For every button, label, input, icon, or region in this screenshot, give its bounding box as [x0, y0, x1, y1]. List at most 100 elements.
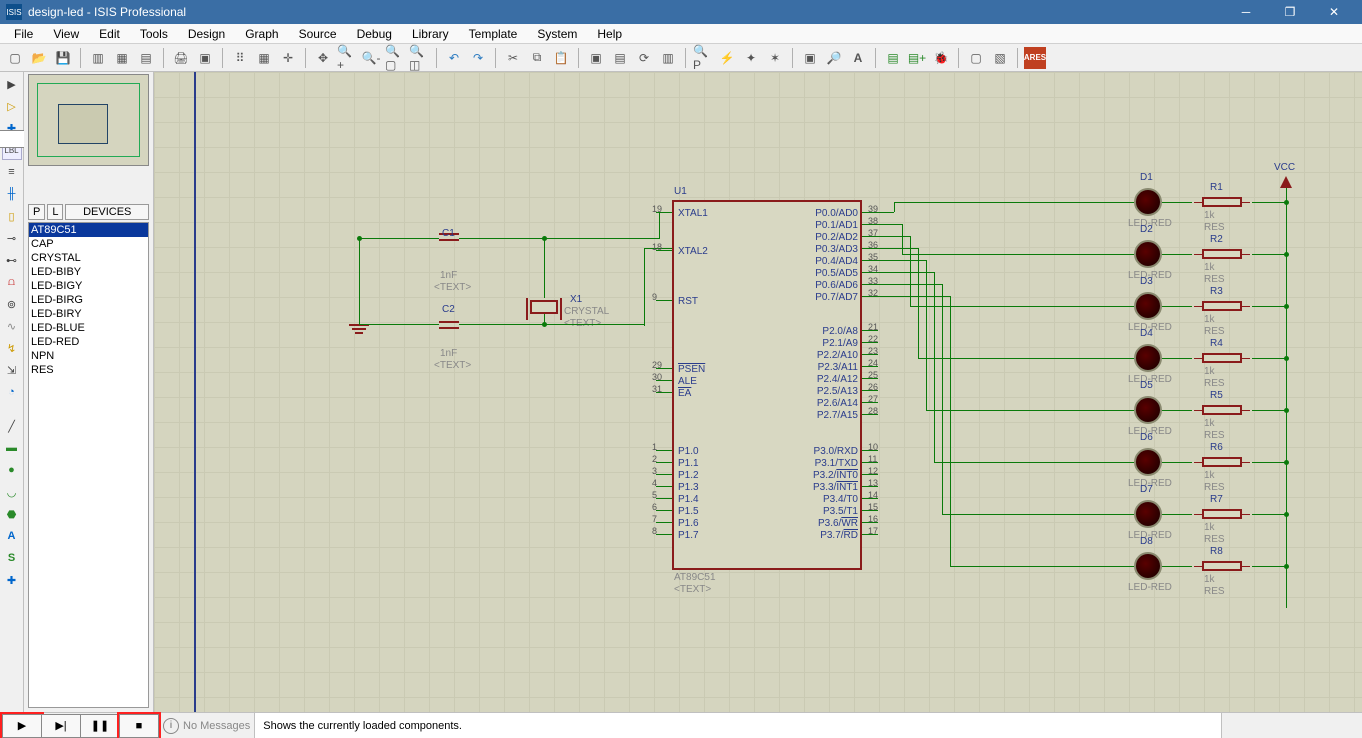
- menu-design[interactable]: Design: [178, 25, 235, 43]
- menu-system[interactable]: System: [527, 25, 587, 43]
- text-tool-icon[interactable]: A: [847, 47, 869, 69]
- led[interactable]: [1134, 292, 1162, 320]
- maximize-button[interactable]: ❐: [1268, 0, 1312, 24]
- menu-source[interactable]: Source: [289, 25, 347, 43]
- find-icon[interactable]: 🔎: [823, 47, 845, 69]
- box-2d-icon[interactable]: ▬: [2, 438, 22, 458]
- redo-icon[interactable]: ↷: [467, 47, 489, 69]
- device-item[interactable]: LED-BIBY: [29, 265, 148, 279]
- device-pin-icon[interactable]: ⊷: [2, 250, 22, 270]
- menu-library[interactable]: Library: [402, 25, 459, 43]
- bug-icon[interactable]: 🐞: [930, 47, 952, 69]
- resistor[interactable]: [1202, 405, 1242, 415]
- device-item[interactable]: LED-BIGY: [29, 279, 148, 293]
- subcircuit-icon[interactable]: ▯: [2, 206, 22, 226]
- step-button[interactable]: ▶|: [41, 714, 81, 738]
- wire-tool-icon[interactable]: ⚡: [716, 47, 738, 69]
- tape-icon[interactable]: ⊚: [2, 294, 22, 314]
- undo-icon[interactable]: ↶: [443, 47, 465, 69]
- overview-thumbnail[interactable]: [28, 74, 149, 166]
- bus-mode-icon[interactable]: ╫: [2, 184, 22, 204]
- sheet-icon[interactable]: ▢: [965, 47, 987, 69]
- path-2d-icon[interactable]: ⬣: [2, 504, 22, 524]
- ares-icon[interactable]: ARES: [1024, 47, 1046, 69]
- line-2d-icon[interactable]: ╱: [2, 416, 22, 436]
- zoom-fit-icon[interactable]: 🔍▢: [384, 47, 406, 69]
- resistor[interactable]: [1202, 561, 1242, 571]
- cap-c2[interactable]: [439, 318, 459, 332]
- play-button[interactable]: ▶: [2, 714, 42, 738]
- block-move-icon[interactable]: ▤: [609, 47, 631, 69]
- device-item[interactable]: NPN: [29, 349, 148, 363]
- print-area-icon[interactable]: ▣: [194, 47, 216, 69]
- block-copy-icon[interactable]: ▣: [585, 47, 607, 69]
- led[interactable]: [1134, 552, 1162, 580]
- menu-edit[interactable]: Edit: [89, 25, 130, 43]
- circle-2d-icon[interactable]: ●: [2, 460, 22, 480]
- copy-icon[interactable]: ⧉: [526, 47, 548, 69]
- pan-icon[interactable]: ✥: [312, 47, 334, 69]
- report-green-icon[interactable]: ▤: [882, 47, 904, 69]
- led[interactable]: [1134, 344, 1162, 372]
- menu-file[interactable]: File: [4, 25, 43, 43]
- device-item[interactable]: LED-BLUE: [29, 321, 148, 335]
- stop-button[interactable]: ■: [119, 714, 159, 738]
- sheet2-icon[interactable]: ▧: [989, 47, 1011, 69]
- schematic-canvas[interactable]: C1 1nF <TEXT> C2 1nF <TEXT> X1 CRYSTAL <…: [154, 72, 1362, 712]
- grid-lines-icon[interactable]: ▦: [253, 47, 275, 69]
- zoom-out-icon[interactable]: 🔍-: [360, 47, 382, 69]
- print-icon[interactable]: 🖨: [170, 47, 192, 69]
- device-item[interactable]: CAP: [29, 237, 148, 251]
- resistor[interactable]: [1202, 249, 1242, 259]
- resistor[interactable]: [1202, 457, 1242, 467]
- menu-view[interactable]: View: [43, 25, 89, 43]
- crystal-x1[interactable]: [530, 300, 558, 314]
- marker-a-icon[interactable]: ▣: [799, 47, 821, 69]
- net-tool-icon[interactable]: ✦: [740, 47, 762, 69]
- cut-icon[interactable]: ✂: [502, 47, 524, 69]
- devices-list[interactable]: AT89C51CAPCRYSTALLED-BIBYLED-BIGYLED-BIR…: [28, 222, 149, 708]
- menu-help[interactable]: Help: [587, 25, 632, 43]
- pick-device-button[interactable]: P: [28, 204, 45, 220]
- device-item[interactable]: LED-BIRY: [29, 307, 148, 321]
- minimize-button[interactable]: ─: [1224, 0, 1268, 24]
- tool-x-icon[interactable]: ✶: [764, 47, 786, 69]
- section-icon[interactable]: ▥: [87, 47, 109, 69]
- vcc-symbol[interactable]: [1280, 176, 1292, 188]
- resistor[interactable]: [1202, 509, 1242, 519]
- led[interactable]: [1134, 188, 1162, 216]
- pause-button[interactable]: ❚❚: [80, 714, 120, 738]
- origin-icon[interactable]: ✛: [277, 47, 299, 69]
- resistor[interactable]: [1202, 301, 1242, 311]
- led[interactable]: [1134, 396, 1162, 424]
- arc-2d-icon[interactable]: ◡: [2, 482, 22, 502]
- new-file-icon[interactable]: ▢: [4, 47, 26, 69]
- marker-2d-icon[interactable]: ✚: [2, 570, 22, 590]
- device-item[interactable]: RES: [29, 363, 148, 377]
- device-item[interactable]: LED-RED: [29, 335, 148, 349]
- instrument-icon[interactable]: ◔: [2, 382, 22, 402]
- block-rotate-icon[interactable]: ⟳: [633, 47, 655, 69]
- graph-mode-icon[interactable]: ⩍: [2, 272, 22, 292]
- component-mode-icon[interactable]: ▷: [2, 96, 22, 116]
- device-item[interactable]: LED-BIRG: [29, 293, 148, 307]
- led[interactable]: [1134, 240, 1162, 268]
- library-button[interactable]: L: [47, 204, 63, 220]
- led[interactable]: [1134, 500, 1162, 528]
- led[interactable]: [1134, 448, 1162, 476]
- block-delete-icon[interactable]: ▥: [657, 47, 679, 69]
- open-file-icon[interactable]: 📂: [28, 47, 50, 69]
- grid-dots-icon[interactable]: ⠿: [229, 47, 251, 69]
- zoom-in-icon[interactable]: 🔍+: [336, 47, 358, 69]
- pick-parts-icon[interactable]: 🔍P: [692, 47, 714, 69]
- menu-tools[interactable]: Tools: [130, 25, 178, 43]
- resistor[interactable]: [1202, 353, 1242, 363]
- device-item[interactable]: AT89C51: [29, 223, 148, 237]
- menu-template[interactable]: Template: [459, 25, 528, 43]
- zoom-area-icon[interactable]: 🔍◫: [408, 47, 430, 69]
- area-icon[interactable]: ▦: [111, 47, 133, 69]
- resistor[interactable]: [1202, 197, 1242, 207]
- script-mode-icon[interactable]: ≡: [2, 162, 22, 182]
- report-icon[interactable]: ▤: [135, 47, 157, 69]
- selection-mode-icon[interactable]: ▶: [2, 74, 22, 94]
